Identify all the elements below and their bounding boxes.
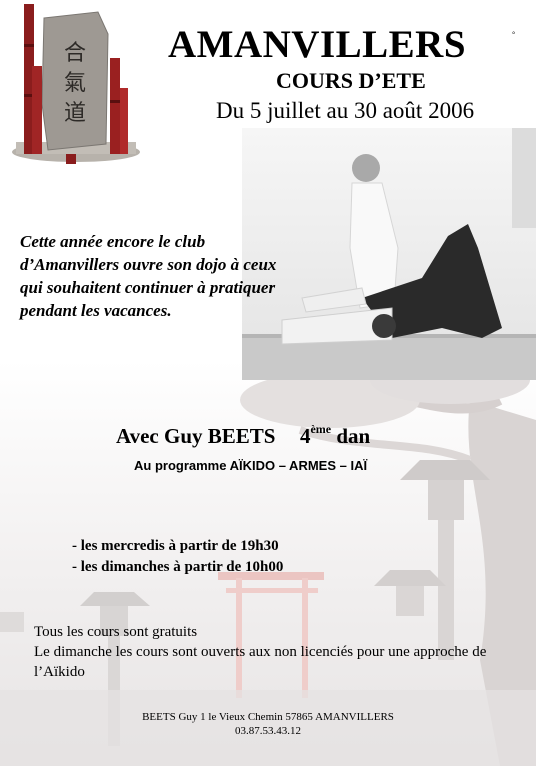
page-title: AMANVILLERS bbox=[168, 23, 467, 66]
stone-calligraphy-image: 合 氣 道 bbox=[12, 4, 140, 164]
page-subtitle: COURS D’ETE bbox=[276, 68, 426, 93]
intro-line: pendant les vacances. bbox=[20, 301, 172, 320]
date-range: Du 5 juillet au 30 août 2006 bbox=[216, 98, 475, 123]
footer-contact: BEETS Guy 1 le Vieux Chemin 57865 AMANVI… bbox=[0, 710, 536, 738]
stone-glyph-2: 氣 bbox=[64, 70, 86, 95]
program-line: Au programme AÏKIDO – ARMES – IAÏ bbox=[134, 458, 368, 473]
title-mark: ° bbox=[512, 30, 516, 39]
intro-paragraph: Cette année encore le club d’Amanvillers… bbox=[20, 230, 320, 322]
schedule-item: - les dimanches à partir de 10h00 bbox=[72, 559, 284, 575]
info-sunday-courses: Le dimanche les cours sont ouverts aux n… bbox=[34, 644, 487, 680]
intro-line: Cette année encore le club bbox=[20, 232, 206, 251]
teacher-name: Avec Guy BEETS bbox=[116, 424, 276, 448]
footer-phone: 03.87.53.43.12 bbox=[235, 725, 301, 737]
stone-glyph-3: 道 bbox=[64, 100, 86, 125]
teacher-grade-word: dan bbox=[336, 424, 371, 448]
footer-address: BEETS Guy 1 le Vieux Chemin 57865 AMANVI… bbox=[142, 711, 394, 723]
intro-line: qui souhaitent continuer à pratiquer bbox=[20, 278, 276, 297]
schedule-list: - les mercredis à partir de 19h30 - les … bbox=[72, 536, 283, 578]
teacher-grade-number: 4 bbox=[299, 424, 311, 448]
schedule-item: - les mercredis à partir de 19h30 bbox=[72, 538, 279, 554]
intro-line: d’Amanvillers ouvre son dojo à ceux bbox=[20, 255, 277, 274]
stone-glyph-1: 合 bbox=[64, 40, 86, 65]
info-free-courses: Tous les cours sont gratuits bbox=[34, 624, 198, 640]
teacher-grade-suffix: ème bbox=[310, 422, 332, 436]
teacher-line: Avec Guy BEETS 4ème dan bbox=[116, 422, 370, 449]
info-paragraph: Tous les cours sont gratuits Le dimanche… bbox=[34, 622, 514, 682]
